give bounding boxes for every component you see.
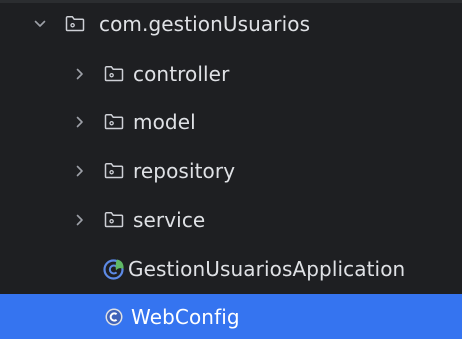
- package-folder-icon: [104, 65, 124, 82]
- chevron-down-icon[interactable]: [33, 17, 47, 31]
- folder-label: controller: [133, 62, 230, 86]
- folder-label: service: [133, 208, 206, 232]
- tree-row-application-class[interactable]: GestionUsuariosApplication: [0, 245, 462, 293]
- tree-row-service[interactable]: service: [0, 196, 462, 244]
- tree-row-repository[interactable]: repository: [0, 147, 462, 195]
- chevron-right-icon[interactable]: [73, 213, 87, 227]
- package-folder-icon: [65, 15, 85, 32]
- class-label: WebConfig: [131, 305, 240, 329]
- package-label: com.gestionUsuarios: [99, 12, 311, 36]
- chevron-right-icon[interactable]: [73, 67, 87, 81]
- package-folder-icon: [104, 113, 124, 130]
- spring-boot-class-icon: [103, 258, 125, 280]
- java-class-icon: [104, 307, 124, 327]
- package-folder-icon: [104, 211, 124, 228]
- tree-row-package[interactable]: com.gestionUsuarios: [0, 0, 462, 48]
- tree-row-controller[interactable]: controller: [0, 50, 462, 98]
- chevron-right-icon[interactable]: [73, 164, 87, 178]
- project-tree[interactable]: com.gestionUsuarios controller model rep…: [0, 0, 462, 339]
- folder-label: model: [133, 110, 196, 134]
- class-label: GestionUsuariosApplication: [128, 257, 406, 281]
- tree-row-model[interactable]: model: [0, 98, 462, 146]
- chevron-right-icon[interactable]: [73, 115, 87, 129]
- package-folder-icon: [104, 162, 124, 179]
- folder-label: repository: [133, 159, 236, 183]
- tree-row-webconfig-class[interactable]: WebConfig: [0, 294, 462, 339]
